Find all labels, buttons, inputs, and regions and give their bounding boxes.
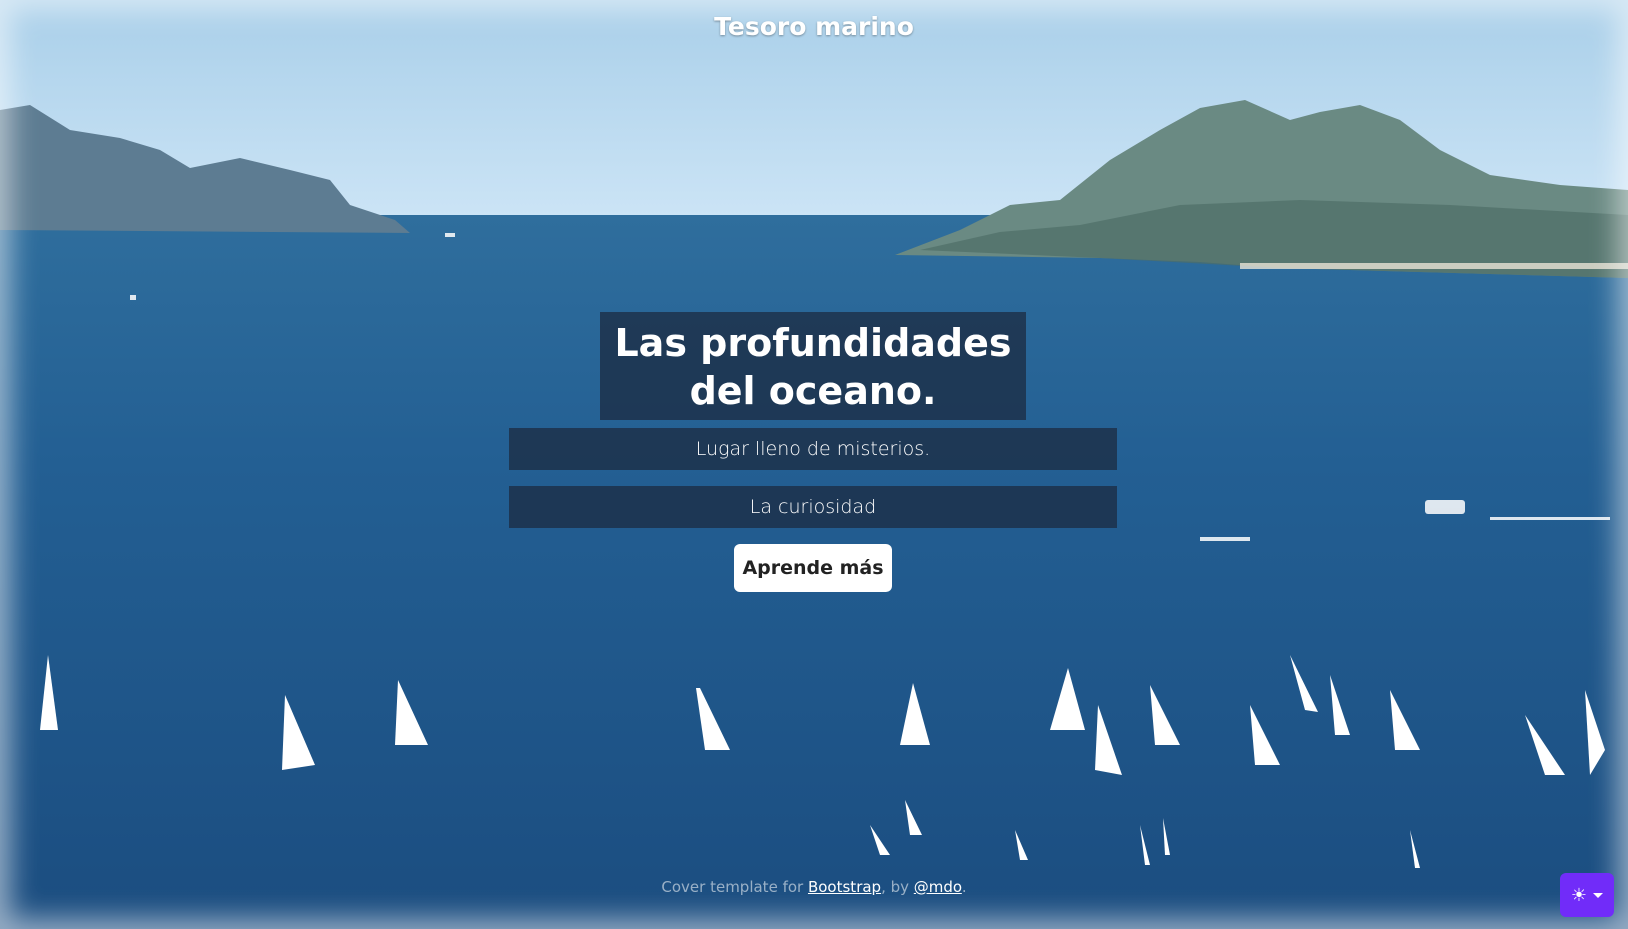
- mdo-link[interactable]: @mdo: [914, 878, 962, 896]
- hero-title: Las profundidades del oceano.: [600, 312, 1026, 420]
- footer-middle: , by: [881, 878, 914, 896]
- brand-title[interactable]: Tesoro marino: [0, 12, 1628, 41]
- learn-more-button[interactable]: Aprende más: [734, 544, 892, 592]
- sun-icon: ☀: [1570, 884, 1588, 906]
- chevron-down-icon: [1593, 892, 1604, 898]
- theme-toggle-button[interactable]: ☀: [1560, 873, 1614, 917]
- footer-prefix: Cover template for: [661, 878, 808, 896]
- hero-lead: Lugar lleno de misterios.: [509, 428, 1117, 470]
- bootstrap-link[interactable]: Bootstrap: [808, 878, 881, 896]
- footer: Cover template for Bootstrap, by @mdo.: [0, 878, 1628, 896]
- hero-subtitle: La curiosidad: [509, 486, 1117, 528]
- footer-suffix: .: [961, 878, 967, 896]
